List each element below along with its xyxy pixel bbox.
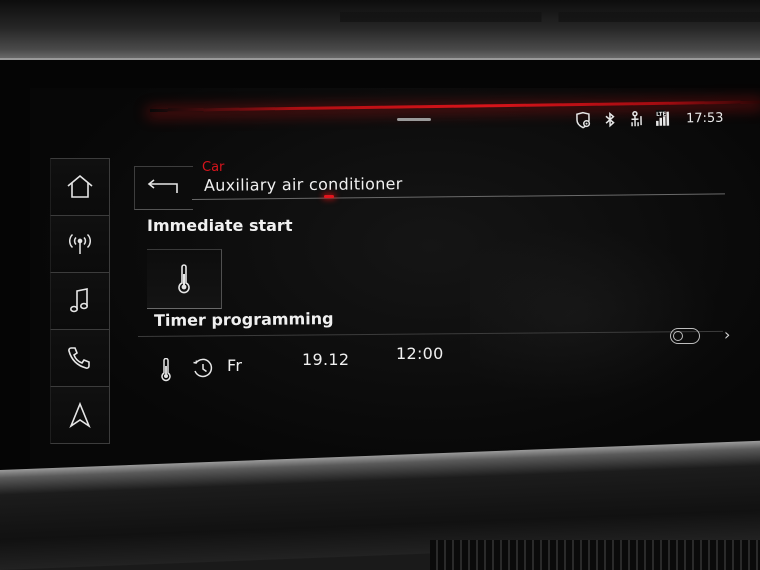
status-pulldown-handle[interactable] — [397, 118, 431, 121]
clock-time: 17:53 — [685, 110, 724, 126]
person-seat-icon — [628, 110, 646, 128]
title-divider — [192, 193, 725, 200]
immediate-start-title: Immediate start — [147, 216, 293, 235]
timer-programming-title: Timer programming — [153, 309, 334, 330]
glass-reflection — [470, 220, 730, 410]
screen-content: LTE 17:53 Car Auxiliary air conditioner … — [0, 0, 760, 570]
bluetooth-icon — [601, 111, 619, 129]
nav-item-radio[interactable] — [50, 216, 110, 273]
chevron-right-icon[interactable]: › — [724, 325, 730, 344]
home-icon — [67, 174, 93, 198]
back-button[interactable] — [134, 166, 193, 210]
clock-icon — [193, 358, 213, 378]
nav-item-media[interactable] — [50, 273, 110, 330]
toggle-knob — [673, 330, 683, 341]
timer-time: 12:00 — [396, 344, 444, 363]
music-note-icon — [69, 288, 89, 313]
main-nav — [50, 158, 110, 450]
lte-signal-icon: LTE — [655, 110, 673, 128]
nav-item-phone[interactable] — [50, 330, 110, 387]
immediate-start-button[interactable] — [147, 249, 222, 309]
timer-date: 19.12 — [302, 350, 350, 369]
svg-text:LTE: LTE — [656, 112, 666, 118]
thermometer-icon — [161, 358, 171, 382]
status-bar: LTE 17:53 — [574, 107, 724, 132]
phone-icon — [68, 347, 90, 369]
breadcrumb[interactable]: Car — [202, 160, 224, 175]
timer-toggle[interactable] — [670, 328, 700, 344]
nav-item-home[interactable] — [50, 158, 110, 216]
location-shield-icon — [574, 111, 592, 129]
thermometer-icon — [178, 264, 190, 294]
radio-antenna-icon — [68, 233, 92, 254]
focus-indicator — [324, 195, 334, 198]
navigation-arrow-icon — [69, 401, 91, 429]
timer-day: Fr — [227, 356, 243, 375]
back-arrow-icon — [147, 179, 178, 193]
page-title: Auxiliary air conditioner — [203, 174, 403, 195]
nav-item-navigation[interactable] — [50, 387, 110, 444]
